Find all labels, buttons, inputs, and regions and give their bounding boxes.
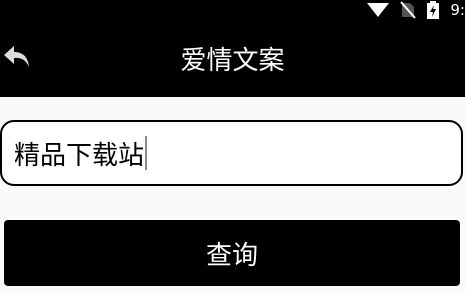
search-input-value[interactable]: 精品下载站 — [14, 122, 148, 184]
wifi-icon — [366, 2, 390, 18]
status-icons: 9: — [366, 0, 465, 20]
query-button[interactable]: 查询 — [4, 220, 460, 286]
query-button-label: 查询 — [205, 240, 258, 271]
search-input[interactable]: 精品下载站 — [0, 120, 463, 186]
back-arrow-icon — [2, 44, 32, 74]
status-bar: 9: — [0, 0, 465, 20]
no-sim-icon — [400, 1, 417, 19]
text-caret — [145, 136, 148, 170]
search-input-text: 精品下载站 — [14, 140, 145, 171]
page-title: 爱情文案 — [180, 46, 285, 76]
toolbar: 爱情文案 — [0, 20, 465, 97]
back-button[interactable] — [0, 42, 34, 76]
status-time: 9: — [450, 1, 465, 19]
battery-charging-icon — [426, 1, 440, 19]
